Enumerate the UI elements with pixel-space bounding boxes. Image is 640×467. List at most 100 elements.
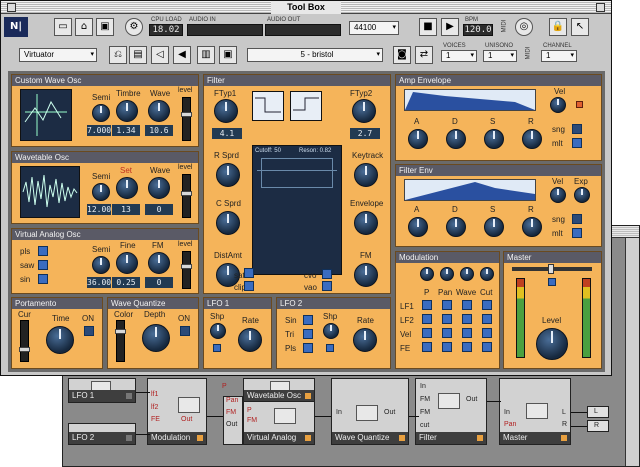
module-lfo2[interactable]: LFO 2 (68, 423, 136, 445)
sng-toggle[interactable] (572, 214, 582, 224)
mod-cell[interactable] (422, 300, 432, 310)
module-modulation[interactable]: lf1 lf2 FE Out Modulation (147, 378, 207, 445)
saw-toggle[interactable] (38, 260, 48, 270)
zoom-box-icon[interactable] (596, 3, 605, 12)
preset-select[interactable]: 5 - bristol ▾ (247, 48, 383, 62)
port-cut[interactable]: cut (420, 422, 429, 429)
wave-knob[interactable] (148, 100, 170, 122)
port-p[interactable]: P (247, 407, 252, 414)
speaker-icon[interactable]: ◁ (151, 46, 169, 64)
mod-cell[interactable] (422, 314, 432, 324)
disk-icon[interactable]: ▥ (197, 46, 215, 64)
mod-cell[interactable] (442, 328, 452, 338)
save-preset-icon[interactable]: ▣ (219, 46, 237, 64)
attack-knob[interactable] (408, 129, 428, 149)
shp-knob[interactable] (323, 323, 339, 339)
exp-knob[interactable] (574, 187, 590, 203)
edit-icon[interactable]: ▤ (129, 46, 147, 64)
timbre-knob[interactable] (116, 100, 138, 122)
vel-knob[interactable] (550, 187, 566, 203)
pls-toggle[interactable] (303, 343, 313, 353)
mlt-toggle[interactable] (572, 228, 582, 238)
port-lf2[interactable]: lf2 (151, 404, 158, 411)
semi-value[interactable]: 7.000 (87, 125, 111, 136)
lock-icon[interactable]: 🔒 (549, 18, 567, 36)
module-wave-quantize[interactable]: In Out Wave Quantize (331, 378, 409, 445)
structure-scrollbar[interactable] (625, 238, 639, 466)
port-out[interactable]: Out (384, 409, 395, 416)
sustain-knob[interactable] (484, 129, 504, 149)
port-in[interactable]: In (420, 383, 426, 390)
cvo-toggle[interactable] (322, 269, 332, 279)
fm-knob[interactable] (148, 252, 170, 274)
module-virtual-analog[interactable]: P FM Virtual Analog (243, 401, 315, 445)
mod-cell[interactable] (462, 342, 472, 352)
release-knob[interactable] (522, 129, 542, 149)
level-knob[interactable] (536, 328, 568, 360)
mod-cell[interactable] (442, 314, 452, 324)
port-fm[interactable]: FM (226, 409, 236, 416)
port-r[interactable]: R (562, 421, 567, 428)
port-fe[interactable]: FE (151, 416, 160, 423)
port-fm[interactable]: FM (420, 409, 430, 416)
fader-thumb[interactable] (115, 329, 126, 334)
filter-envelope-graph[interactable] (404, 179, 536, 201)
rate-knob[interactable] (353, 328, 377, 352)
port-lf1[interactable]: lf1 (151, 391, 158, 398)
level-fader[interactable] (181, 174, 192, 218)
wavetable-display[interactable] (20, 166, 80, 218)
port-out[interactable]: Out (181, 416, 192, 423)
mod-cell[interactable] (482, 328, 492, 338)
port-out[interactable]: Out (466, 396, 477, 403)
module-lfo1[interactable]: LFO 1 (68, 378, 136, 403)
output-l[interactable]: L (587, 406, 609, 418)
vel-knob[interactable] (550, 97, 566, 113)
fader-thumb[interactable] (181, 112, 192, 117)
fader-thumb[interactable] (19, 347, 30, 352)
mod-cell[interactable] (462, 300, 472, 310)
sustain-knob[interactable] (484, 217, 504, 237)
port-l[interactable]: L (562, 409, 566, 416)
stop-icon[interactable]: ■ (419, 18, 437, 36)
pointer-icon[interactable]: ↖ (571, 18, 589, 36)
decay-knob[interactable] (446, 217, 466, 237)
clip-toggle[interactable] (244, 281, 254, 291)
camera-icon[interactable]: ◙ (393, 46, 411, 64)
decay-knob[interactable] (446, 129, 466, 149)
set-knob[interactable] (116, 177, 138, 199)
mod-cell[interactable] (482, 300, 492, 310)
release-knob[interactable] (522, 217, 542, 237)
mod-cell[interactable] (462, 314, 472, 324)
semi-value[interactable]: 12.00 (87, 204, 111, 215)
toolbox-titlebar[interactable]: Tool Box (1, 1, 611, 14)
vao-toggle[interactable] (322, 281, 332, 291)
fm-value[interactable]: 0 (145, 277, 173, 288)
port-pan[interactable]: Pan (226, 397, 238, 404)
pls-toggle[interactable] (38, 246, 48, 256)
semi-value[interactable]: 36.00 (87, 277, 111, 288)
depth-knob[interactable] (142, 324, 170, 352)
voices-select[interactable]: 1 ▾ (441, 50, 477, 62)
set-value[interactable]: 13 (112, 204, 140, 215)
port-fm[interactable]: FM (247, 417, 257, 424)
filter-xy-display[interactable]: Cutoff: 50 Reson: 0.82 (252, 145, 342, 275)
channel-select[interactable]: 1 ▾ (541, 50, 577, 62)
mod-knob-2[interactable] (440, 267, 454, 281)
port-pan[interactable]: Pan (504, 421, 516, 428)
mod-cell[interactable] (442, 342, 452, 352)
semi-knob[interactable] (92, 183, 110, 201)
semi-knob[interactable] (92, 256, 110, 274)
mod-cell[interactable] (482, 342, 492, 352)
semi-knob[interactable] (92, 104, 110, 122)
close-box-icon[interactable] (7, 3, 16, 12)
sat-toggle[interactable] (244, 268, 254, 278)
ftyp1-knob[interactable] (214, 99, 238, 123)
play-icon[interactable]: ▶ (441, 18, 459, 36)
shp-knob[interactable] (210, 323, 226, 339)
ftyp1-value[interactable]: 4.1 (212, 128, 242, 139)
snapshot-icon[interactable]: ⇄ (415, 46, 433, 64)
sample-rate-select[interactable]: 44100 ▾ (349, 21, 399, 35)
fine-knob[interactable] (116, 252, 138, 274)
open-icon[interactable]: ⌂ (75, 18, 93, 36)
level-fader[interactable] (181, 251, 192, 289)
